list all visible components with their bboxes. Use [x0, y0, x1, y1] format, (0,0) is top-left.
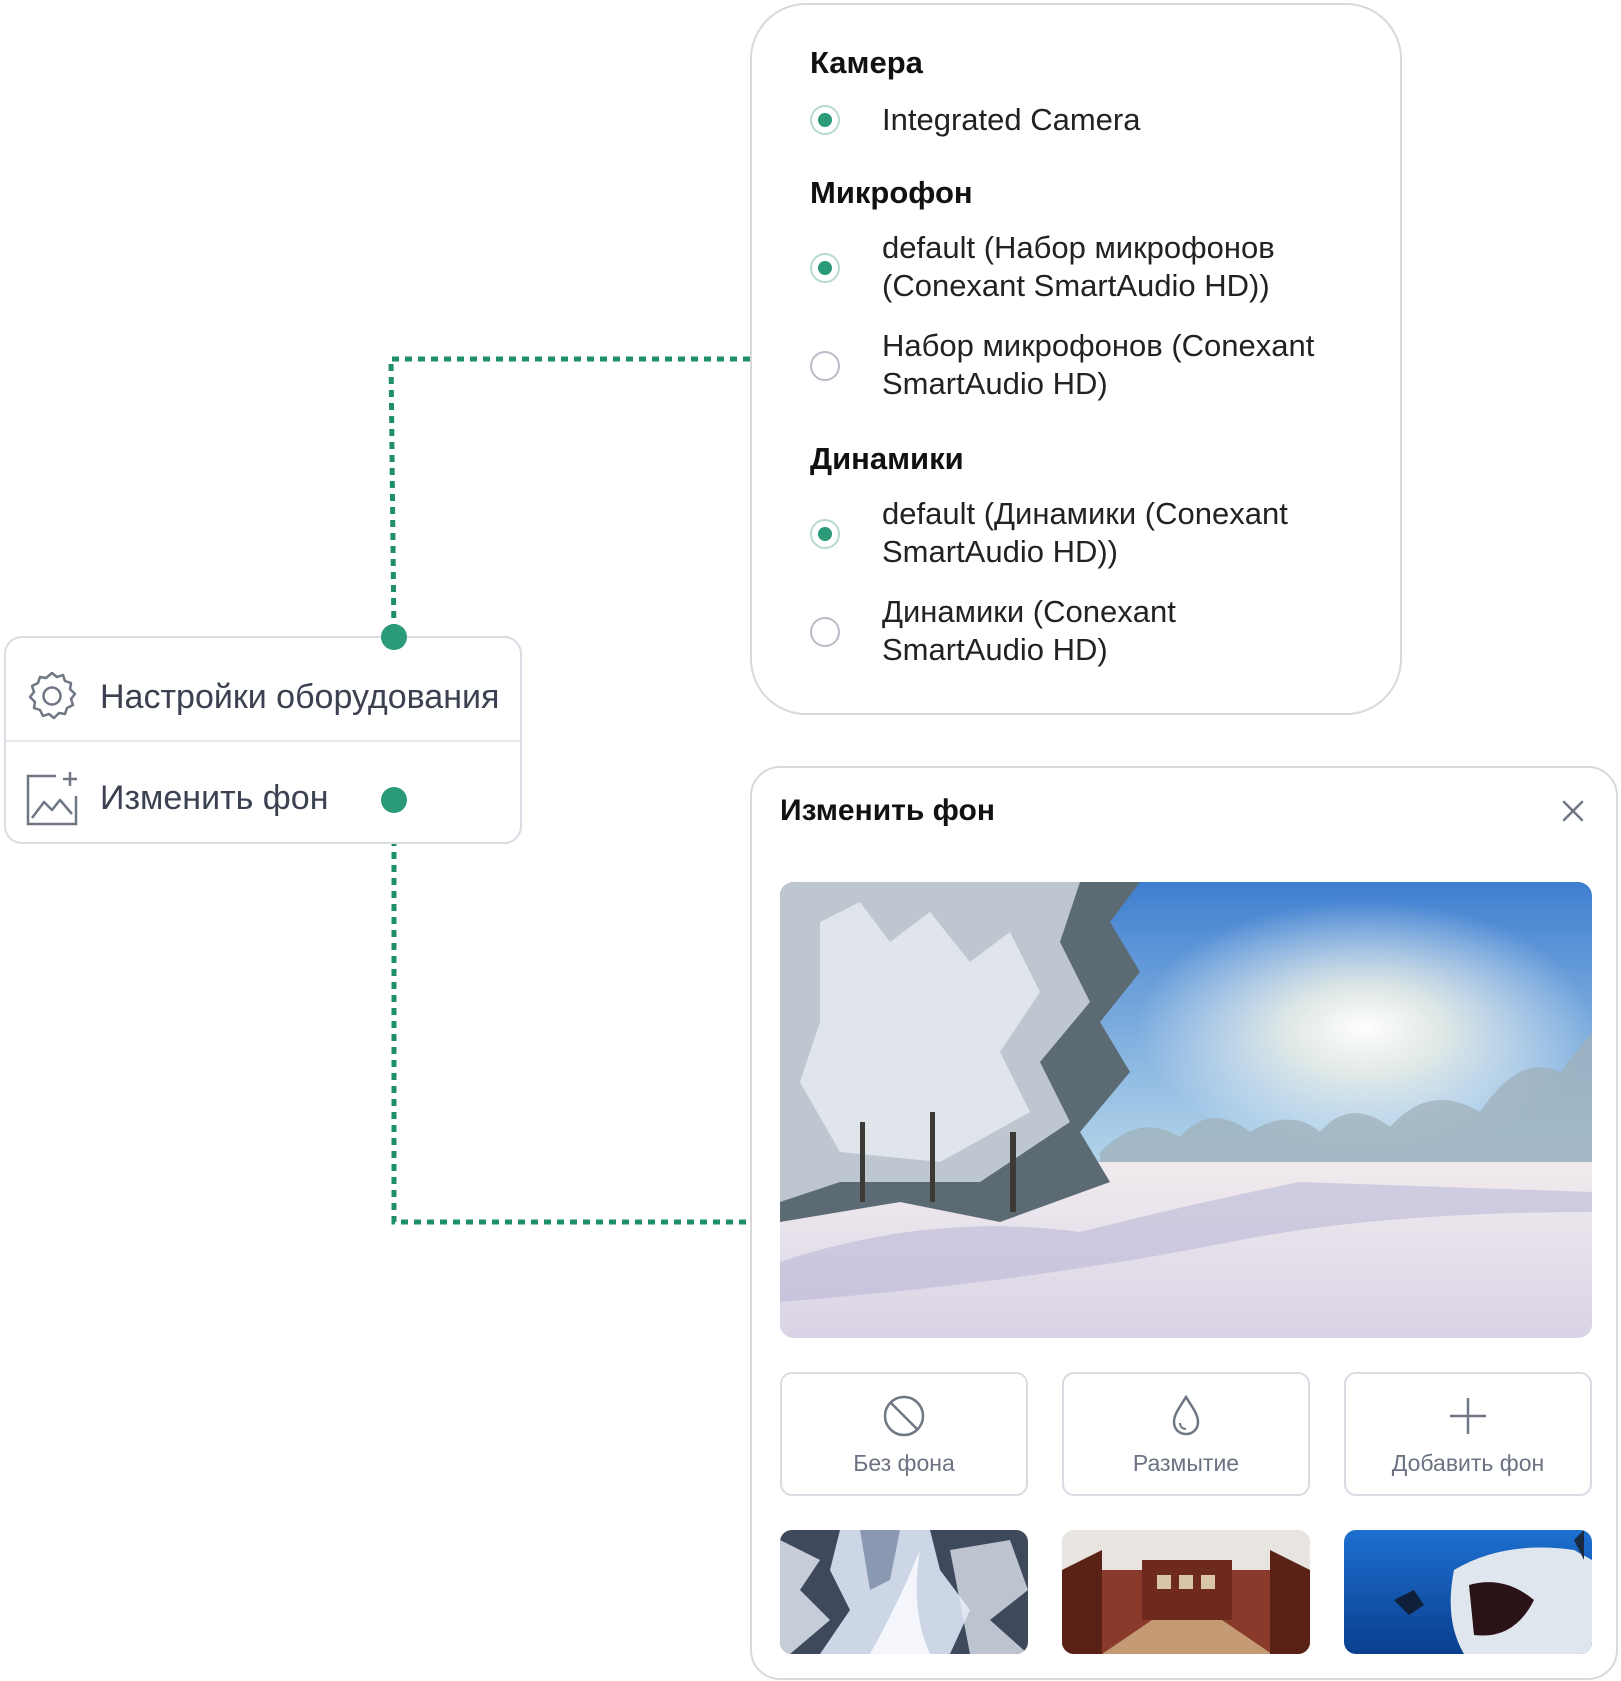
image-add-icon [26, 772, 78, 826]
background-thumbnail-shark[interactable] [1344, 1530, 1592, 1654]
background-thumbnail-snow-forest[interactable] [780, 1530, 1028, 1654]
radio-button[interactable] [810, 519, 840, 549]
no-background-button[interactable]: Без фона [780, 1372, 1028, 1496]
radio-button[interactable] [810, 351, 840, 381]
speakers-option[interactable]: Динамики (Conexant SmartAudio HD) [810, 593, 1370, 671]
camera-section-title: Камера [810, 45, 923, 80]
speakers-option[interactable]: default (Динамики (Conexant SmartAudio H… [810, 495, 1370, 573]
blur-label: Размытие [1132, 1450, 1240, 1476]
blur-button[interactable]: Размытие [1062, 1372, 1310, 1496]
speakers-section-title: Динамики [810, 441, 964, 476]
camera-option-label: Integrated Camera [882, 102, 1141, 137]
dialog-title: Изменить фон [780, 794, 995, 827]
close-icon[interactable] [1558, 796, 1588, 826]
no-entry-icon [883, 1395, 925, 1437]
microphone-option-line1: default (Набор микрофонов [882, 230, 1275, 265]
speakers-option-line2: SmartAudio HD) [882, 632, 1108, 667]
radio-button[interactable] [810, 253, 840, 283]
change-background-menu-item[interactable]: Изменить фон [6, 756, 520, 840]
menu-divider [6, 740, 520, 742]
microphone-option-line2: SmartAudio HD) [882, 366, 1108, 401]
microphone-section-title: Микрофон [810, 175, 973, 210]
speakers-option-line2: SmartAudio HD)) [882, 534, 1118, 569]
speakers-option-line1: Динамики (Conexant [882, 594, 1176, 629]
microphone-option-line1: Набор микрофонов (Conexant [882, 328, 1315, 363]
plus-icon [1450, 1398, 1486, 1434]
camera-option[interactable]: Integrated Camera [810, 101, 1370, 141]
background-thumbnail-ship-deck[interactable] [1062, 1530, 1310, 1654]
microphone-option[interactable]: Набор микрофонов (Conexant SmartAudio HD… [810, 327, 1370, 405]
background-preview-image [780, 882, 1592, 1338]
add-background-label: Добавить фон [1391, 1450, 1545, 1476]
gear-icon [28, 671, 77, 720]
no-background-label: Без фона [853, 1450, 955, 1476]
radio-button[interactable] [810, 105, 840, 135]
hardware-settings-panel: Камера Integrated Camera Микрофон defaul… [750, 3, 1402, 715]
microphone-option[interactable]: default (Набор микрофонов (Conexant Smar… [810, 229, 1370, 307]
speakers-option-line1: default (Динамики (Conexant [882, 496, 1288, 531]
change-background-dialog: Изменить фон Без фона Размытие Добавить … [750, 766, 1618, 1680]
context-menu: Настройки оборудования Изменить фон [4, 636, 522, 844]
change-background-label: Изменить фон [100, 778, 329, 817]
hardware-settings-label: Настройки оборудования [100, 677, 500, 716]
radio-button[interactable] [810, 617, 840, 647]
add-background-button[interactable]: Добавить фон [1344, 1372, 1592, 1496]
microphone-option-line2: (Conexant SmartAudio HD)) [882, 268, 1270, 303]
hardware-settings-menu-item[interactable]: Настройки оборудования [6, 658, 520, 736]
droplet-icon [1172, 1394, 1200, 1436]
